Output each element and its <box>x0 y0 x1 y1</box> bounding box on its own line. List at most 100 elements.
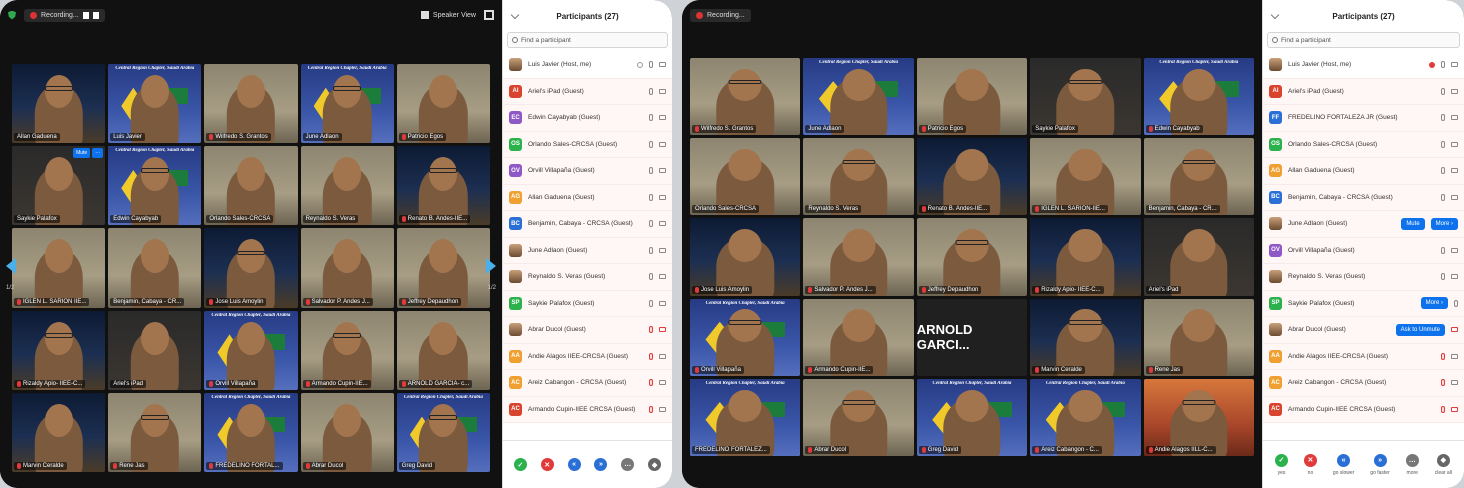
participant-row[interactable]: Reynaldo S. Veras (Guest) <box>503 264 672 291</box>
microphone-icon[interactable] <box>649 193 653 201</box>
video-camera-icon[interactable] <box>1451 247 1458 253</box>
video-tile[interactable]: IGLEN L. SARION IIE... <box>12 228 106 308</box>
microphone-icon[interactable] <box>1441 61 1445 69</box>
microphone-icon[interactable] <box>1441 114 1445 122</box>
reaction-go-faster-button[interactable]: » <box>594 458 608 471</box>
video-camera-icon[interactable] <box>659 353 666 359</box>
video-tile[interactable]: Central Region Chapter, Saudi Arabia Greg… <box>396 392 490 472</box>
video-camera-icon[interactable] <box>659 247 666 253</box>
video-camera-icon[interactable] <box>659 168 666 174</box>
video-camera-icon[interactable] <box>1451 353 1458 359</box>
microphone-icon[interactable] <box>649 87 653 95</box>
pause-icon[interactable] <box>82 11 89 19</box>
microphone-icon[interactable] <box>1441 193 1445 201</box>
reaction-yes-button[interactable]: ✓ yes <box>1274 453 1288 476</box>
video-tile[interactable]: ARNOLD GARCI... <box>916 298 1028 376</box>
ask-to-unmute-button[interactable]: Ask to Unmute <box>1395 323 1445 336</box>
video-camera-icon[interactable] <box>659 300 666 306</box>
participant-row[interactable]: AC Armando Cupin-IIEE CRCSA (Guest) <box>503 396 672 423</box>
mute-button[interactable]: Mute <box>1401 217 1425 230</box>
participant-row[interactable]: BC Benjamin, Cabaya - CRCSA (Guest) <box>1263 184 1464 211</box>
participant-row[interactable]: AA Andie Alagos IIEE-CRCSA (Guest) <box>1263 343 1464 370</box>
video-tile[interactable]: Central Region Chapter, Saudi Arabia June… <box>803 58 914 136</box>
video-camera-icon[interactable] <box>659 62 666 68</box>
mic-muted-icon[interactable] <box>649 405 653 413</box>
microphone-icon[interactable] <box>649 114 653 122</box>
video-camera-icon[interactable] <box>1451 194 1458 200</box>
participant-row[interactable]: Reynaldo S. Veras (Guest) <box>1263 264 1464 291</box>
participant-row[interactable]: OV Orvill Villapaña (Guest) <box>1263 237 1464 264</box>
video-tile[interactable]: Armando Cupin-IIE... <box>803 298 914 376</box>
reaction-clear-all-button[interactable]: ◆ clear all <box>1435 453 1452 476</box>
video-tile[interactable]: Orlando Sales-CRCSA <box>690 138 801 216</box>
stop-icon[interactable] <box>92 11 99 19</box>
video-tile[interactable]: Rene Jas <box>108 392 202 472</box>
microphone-icon[interactable] <box>649 273 653 281</box>
video-tile[interactable]: Marvin Ceralde <box>1030 298 1141 376</box>
participant-row[interactable]: SP Saykie Palafox (Guest) <box>503 290 672 317</box>
mic-muted-icon[interactable] <box>1441 405 1445 413</box>
video-camera-icon[interactable] <box>1451 88 1458 94</box>
more-button[interactable]: More › <box>1430 217 1458 230</box>
video-tile[interactable]: Central Region Chapter, Saudi Arabia Orvi… <box>204 310 298 390</box>
video-tile[interactable]: Patricio Egos <box>396 64 490 144</box>
video-tile[interactable]: Ariel's iPad <box>108 310 202 390</box>
video-tile[interactable]: Salvador P. Andes J... <box>803 218 914 296</box>
participant-row[interactable]: OS Orlando Sales-CRCSA (Guest) <box>1263 131 1464 158</box>
microphone-icon[interactable] <box>1441 140 1445 148</box>
video-tile[interactable]: Central Region Chapter, Saudi Arabia June… <box>300 64 394 144</box>
fullscreen-icon[interactable] <box>484 10 494 20</box>
participant-row[interactable]: AC Areiz Cabangon - CRCSA (Guest) <box>1263 370 1464 397</box>
video-tile[interactable]: ARNOLD GARCIA- c... <box>396 310 490 390</box>
video-tile[interactable]: Central Region Chapter, Saudi Arabia Orvi… <box>690 298 801 376</box>
video-camera-icon[interactable] <box>1451 274 1458 280</box>
video-camera-icon[interactable] <box>659 88 666 94</box>
more-button[interactable]: More › <box>1420 297 1448 310</box>
video-camera-icon[interactable] <box>1451 380 1458 386</box>
mic-muted-icon[interactable] <box>1441 352 1445 360</box>
reaction-go-slower-button[interactable]: « go slower <box>1333 453 1354 476</box>
video-camera-icon[interactable] <box>659 141 666 147</box>
mic-muted-icon[interactable] <box>649 379 653 387</box>
video-tile[interactable]: Wilfredo S. Grantos <box>204 64 298 144</box>
speaker-view-button[interactable]: Speaker View <box>420 11 476 19</box>
reaction-more-button[interactable]: … more <box>1405 453 1419 476</box>
video-tile[interactable]: Allan Gaduena <box>12 64 106 144</box>
video-tile[interactable]: Rizaldy Apio- IIEE-C... <box>12 310 106 390</box>
video-camera-icon[interactable] <box>1451 168 1458 174</box>
video-tile[interactable]: Benjamin, Cabaya - CR... <box>1143 138 1254 216</box>
reaction-more-button[interactable]: … <box>621 458 635 471</box>
participant-row[interactable]: EC Edwin Cayabyab (Guest) <box>503 105 672 132</box>
video-tile[interactable]: Armando Cupin-IIE... <box>300 310 394 390</box>
participant-row[interactable]: AC Areiz Cabangon - CRCSA (Guest) <box>503 370 672 397</box>
participant-row[interactable]: AA Andie Alagos IIEE-CRCSA (Guest) <box>503 343 672 370</box>
previous-page-icon[interactable] <box>6 258 16 274</box>
video-tile[interactable]: Orlando Sales-CRCSA <box>204 146 298 226</box>
participant-row[interactable]: Luis Javier (Host, me) <box>1263 52 1464 79</box>
video-tile[interactable]: Reynaldo S. Veras <box>803 138 914 216</box>
participant-row[interactable]: FF FREDELINO FORTALEZA JR (Guest) <box>1263 105 1464 132</box>
participant-row[interactable]: AI Ariel's iPad (Guest) <box>1263 78 1464 105</box>
video-tile[interactable]: Jose Luis Amoylin <box>204 228 298 308</box>
video-tile[interactable]: Renato B. Andes-IIE... <box>916 138 1028 216</box>
video-tile[interactable]: Ariel's iPad <box>1143 218 1254 296</box>
reaction-go-faster-button[interactable]: » go faster <box>1370 453 1390 476</box>
microphone-icon[interactable] <box>1441 167 1445 175</box>
video-tile[interactable]: Abrar Ducol <box>300 392 394 472</box>
video-camera-icon[interactable] <box>659 115 666 121</box>
microphone-icon[interactable] <box>1441 87 1445 95</box>
next-page-icon[interactable] <box>486 258 496 274</box>
participant-row[interactable]: SP Saykie Palafox (Guest) More › <box>1263 290 1464 317</box>
microphone-icon[interactable] <box>649 167 653 175</box>
participant-row[interactable]: AG Allan Gaduena (Guest) <box>503 184 672 211</box>
participant-row[interactable]: Luis Javier (Host, me) <box>503 52 672 79</box>
participant-row[interactable]: June Adlaon (Guest) Mute More › <box>1263 211 1464 238</box>
search-input[interactable]: Find a participant <box>507 32 668 48</box>
mic-muted-icon[interactable] <box>649 352 653 360</box>
microphone-icon[interactable] <box>649 140 653 148</box>
microphone-icon[interactable] <box>649 220 653 228</box>
video-tile[interactable]: Jeffrey Depaudhon <box>916 218 1028 296</box>
video-tile[interactable]: Central Region Chapter, Saudi Arabia FRED… <box>204 392 298 472</box>
video-tile[interactable]: Central Region Chapter, Saudi Arabia Luis… <box>108 64 202 144</box>
video-tile[interactable]: Salvador P. Andes J... <box>300 228 394 308</box>
